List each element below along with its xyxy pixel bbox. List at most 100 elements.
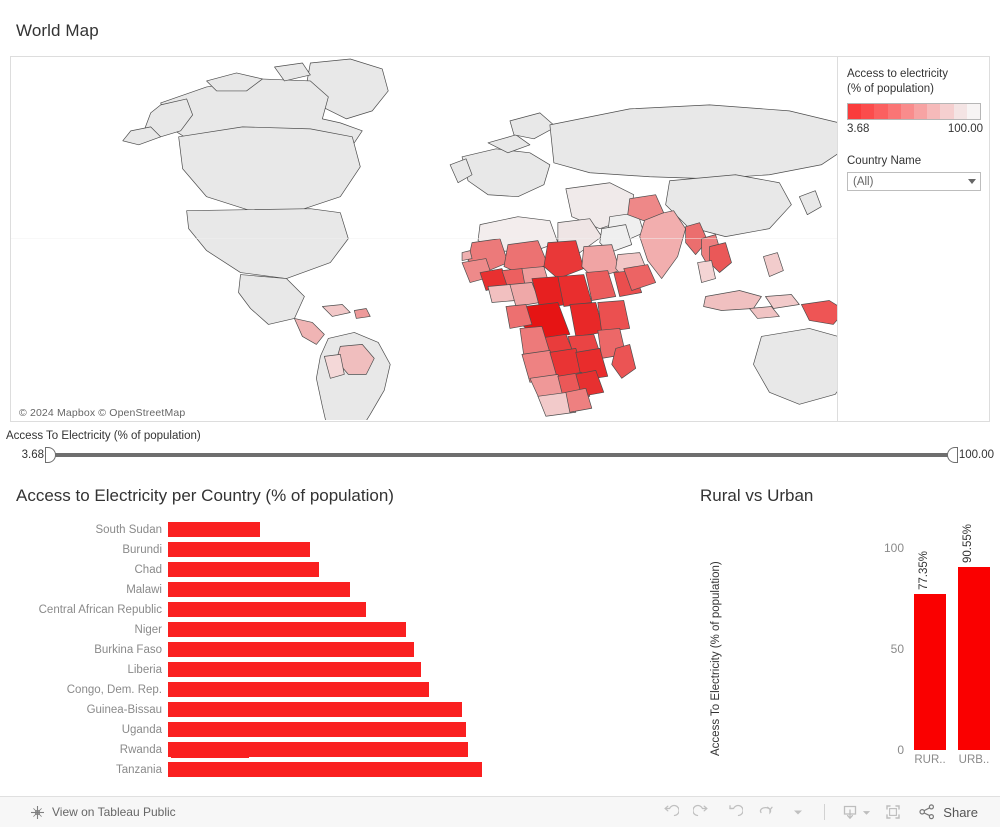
range-filter-max-value: 100.00 [958, 449, 994, 461]
legend-title-line2: (% of population) [847, 83, 934, 95]
redo-button[interactable] [687, 800, 717, 824]
tableau-logo-icon [30, 805, 45, 820]
legend-ramp-step-7 [940, 104, 954, 119]
download-button[interactable] [836, 800, 876, 824]
bar-track [168, 560, 690, 580]
country-bar-chart-rows[interactable]: South Sudan Burundi Chad Malawi Central Afri… [0, 520, 690, 780]
bar-fill[interactable] [168, 702, 463, 717]
fullscreen-button[interactable] [878, 800, 908, 824]
share-button[interactable]: Share [918, 803, 978, 821]
rural-urban-y-tick: 0 [897, 743, 904, 757]
bar-chart-row[interactable]: Tanzania [0, 760, 690, 780]
country-bar-chart-panel: Access to Electricity per Country (% of … [0, 486, 690, 796]
bar-fill[interactable] [168, 562, 320, 577]
bar-category-label: Uganda [121, 724, 162, 736]
bar-fill[interactable] [168, 542, 311, 557]
rural-urban-x-labels: RUR.. URB.. [912, 754, 994, 766]
bar-category-label: Tanzania [115, 764, 162, 776]
rural-urban-x-label: RUR.. [914, 754, 946, 766]
bar-category-label: Niger [134, 624, 162, 636]
bar-fill[interactable] [168, 762, 482, 777]
range-filter-handle-min[interactable] [45, 447, 56, 463]
rural-urban-bar[interactable] [914, 593, 946, 750]
legend-ramp-step-9 [966, 104, 981, 119]
range-filter[interactable]: Access To Electricity (% of population) … [6, 430, 994, 463]
toolbar-separator [824, 804, 826, 820]
legend-ramp-step-5 [914, 104, 928, 119]
legend-ramp-step-4 [900, 104, 915, 119]
bar-fill[interactable] [168, 522, 261, 537]
bar-category-label: Rwanda [119, 744, 162, 756]
bar-chart-row[interactable]: Liberia [0, 660, 690, 680]
share-button-label: Share [943, 804, 978, 820]
rural-urban-y-axis-label: Access To Electricity (% of population) [710, 561, 722, 756]
bar-fill[interactable] [168, 742, 468, 757]
bar-category-label: Liberia [127, 664, 162, 676]
bar-track [168, 580, 690, 600]
bar-fill[interactable] [168, 602, 367, 617]
bar-track [168, 520, 690, 540]
country-bar-chart-title: Access to Electricity per Country (% of … [16, 486, 394, 505]
bar-track [168, 660, 690, 680]
pause-dropdown-button[interactable] [783, 800, 813, 824]
bar-chart-row[interactable]: South Sudan [0, 520, 690, 540]
bar-chart-row[interactable]: Central African Republic [0, 600, 690, 620]
bar-chart-row[interactable]: Burundi [0, 540, 690, 560]
map-attribution: © 2024 Mapbox © OpenStreetMap [11, 405, 192, 421]
bar-fill[interactable] [168, 682, 430, 697]
bottom-toolbar: View on Tableau Public Share [0, 796, 1000, 827]
bar-chart-row[interactable]: Niger [0, 620, 690, 640]
map-panel-title: World Map [16, 21, 99, 40]
bar-category-label: Guinea-Bissau [86, 704, 162, 716]
bar-category-label: Burkina Faso [94, 644, 162, 656]
world-map-panel[interactable]: © 2024 Mapbox © OpenStreetMap Access to … [10, 56, 990, 422]
bar-fill[interactable] [168, 642, 414, 657]
bar-chart-row[interactable]: Guinea-Bissau [0, 700, 690, 720]
bar-fill[interactable] [168, 722, 467, 737]
rural-urban-value-label: 77.35% [918, 550, 930, 590]
bar-track [168, 600, 690, 620]
bar-category-label: Central African Republic [38, 604, 162, 616]
rural-urban-panel: Rural vs Urban Access To Electricity (% … [700, 486, 1000, 796]
chevron-down-icon [968, 179, 976, 184]
legend-ramp-step-0 [848, 104, 862, 119]
rural-urban-plot[interactable]: Access To Electricity (% of population) … [700, 524, 1000, 778]
bar-chart-row[interactable]: Uganda [0, 720, 690, 740]
range-filter-track[interactable] [45, 447, 958, 463]
bar-track [168, 700, 690, 720]
bar-fill[interactable] [168, 622, 407, 637]
bar-track [168, 720, 690, 740]
country-filter-label: Country Name [847, 155, 922, 167]
share-icon [918, 803, 936, 821]
bar-track [168, 540, 690, 560]
country-filter-value: (All) [853, 175, 874, 188]
undo-button[interactable] [655, 800, 685, 824]
legend-max-value: 100.00 [947, 123, 983, 135]
bar-chart-row[interactable]: Congo, Dem. Rep. [0, 680, 690, 700]
revert-button[interactable] [719, 800, 749, 824]
bar-track [168, 680, 690, 700]
country-filter-dropdown[interactable]: (All) [847, 172, 981, 191]
bar-track [168, 760, 690, 780]
bar-chart-axis-line [171, 756, 249, 758]
tableau-public-link[interactable]: View on Tableau Public [30, 805, 176, 820]
bar-chart-row[interactable]: Burkina Faso [0, 640, 690, 660]
rural-urban-x-label: URB.. [958, 754, 990, 766]
range-filter-label: Access To Electricity (% of population) [6, 430, 201, 442]
tableau-public-link-label: View on Tableau Public [52, 805, 176, 819]
bar-chart-row[interactable]: Rwanda [0, 740, 690, 760]
bar-category-label: Chad [134, 564, 163, 576]
legend-ramp-step-2 [874, 104, 888, 119]
legend-ramp-step-8 [953, 104, 967, 119]
bar-track [168, 620, 690, 640]
bar-chart-row[interactable]: Chad [0, 560, 690, 580]
rural-urban-bars[interactable]: 77.35% 90.55% [912, 524, 994, 750]
rural-urban-title: Rural vs Urban [700, 486, 814, 505]
bar-chart-row[interactable]: Malawi [0, 580, 690, 600]
bar-track [168, 640, 690, 660]
bar-fill[interactable] [168, 582, 350, 597]
range-filter-handle-max[interactable] [946, 447, 958, 463]
rural-urban-bar[interactable] [958, 567, 990, 750]
bar-fill[interactable] [168, 662, 422, 677]
refresh-button[interactable] [751, 800, 781, 824]
